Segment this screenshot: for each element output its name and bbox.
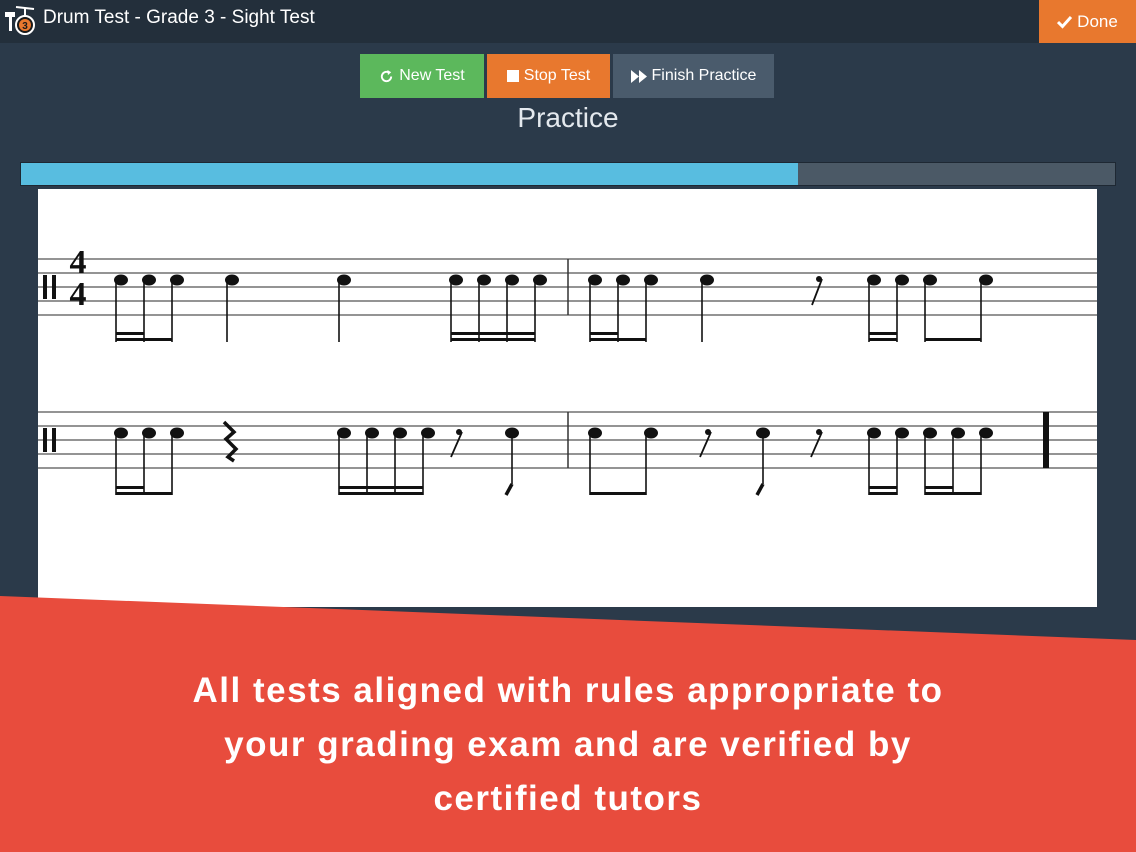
new-test-label: New Test <box>399 67 465 84</box>
new-test-button[interactable]: New Test <box>360 54 484 98</box>
checkmark-icon <box>1057 15 1073 29</box>
stop-test-button[interactable]: Stop Test <box>487 54 610 98</box>
final-barline <box>1043 412 1049 468</box>
time-signature: 4 4 <box>70 244 87 313</box>
finish-practice-button[interactable]: Finish Practice <box>613 54 774 98</box>
eighth-rest <box>699 429 712 458</box>
page-title: Drum Test - Grade 3 - Sight Test <box>43 7 315 28</box>
notes-1 <box>114 274 993 342</box>
drum-notation: 4 4 <box>38 244 1097 496</box>
grade-badge: 3 <box>22 21 28 32</box>
drum-icon: 3 <box>5 6 35 35</box>
score-sheet: 4 4 <box>38 189 1097 607</box>
promo-line: your grading exam and are verified by <box>224 725 912 764</box>
eighth-rest <box>810 429 823 458</box>
promo-text: All tests aligned with rules appropriate… <box>0 664 1136 826</box>
promo-line: All tests aligned with rules appropriate… <box>192 671 944 710</box>
title-bar: 3 Drum Test - Grade 3 - Sight Test Done <box>0 0 1136 43</box>
stop-icon <box>506 70 519 82</box>
time-signature-bottom: 4 <box>70 276 87 313</box>
fast-forward-icon <box>630 69 647 83</box>
test-toolbar: New Test Stop Test Finish Practice <box>360 54 774 98</box>
promo-line: certified tutors <box>433 779 703 818</box>
stop-test-label: Stop Test <box>523 67 591 84</box>
progress-fill <box>21 163 798 185</box>
notes-2 <box>114 420 993 496</box>
refresh-icon <box>381 69 393 82</box>
done-label: Done <box>1077 11 1118 31</box>
quarter-rest <box>222 420 239 463</box>
finish-practice-label: Finish Practice <box>651 67 757 84</box>
mode-label: Practice <box>517 102 619 133</box>
done-button[interactable]: Done <box>1039 0 1136 43</box>
eighth-rest <box>450 429 463 458</box>
progress-bar <box>20 162 1116 186</box>
